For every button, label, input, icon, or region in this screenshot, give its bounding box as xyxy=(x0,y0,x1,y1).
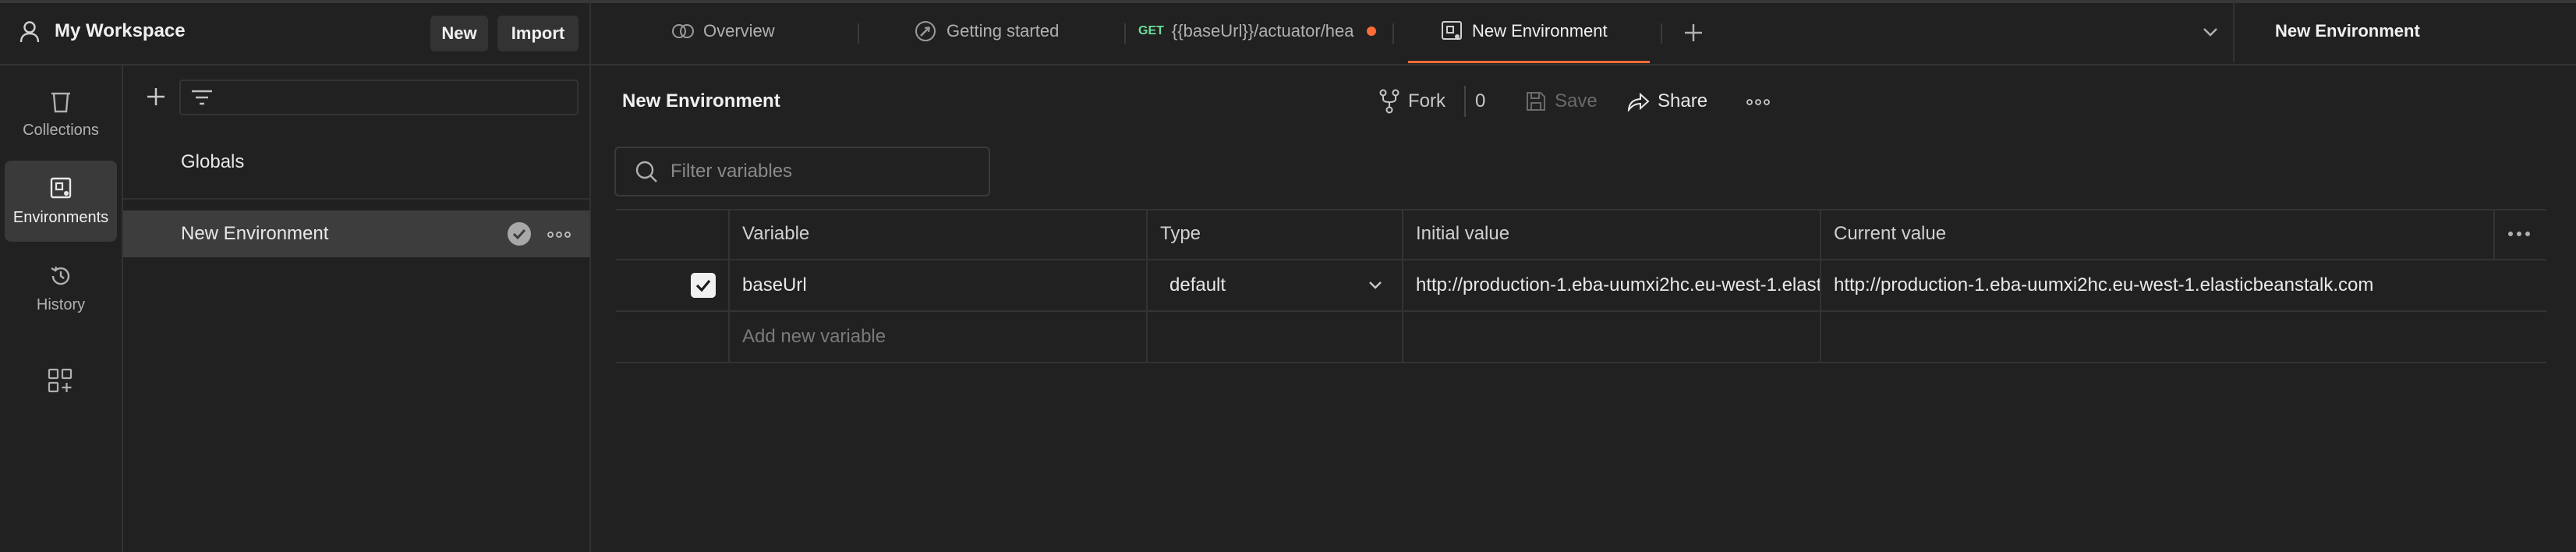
variable-name-cell[interactable]: baseUrl xyxy=(730,260,1146,310)
share-icon xyxy=(1626,91,1650,111)
tab-get-request[interactable]: GET {{baseUrl}}/actuator/hea xyxy=(1138,0,1388,62)
initial-value-cell[interactable]: http://production-1.eba-uumxi2hc.eu-west… xyxy=(1403,260,1820,310)
share-button[interactable]: Share xyxy=(1626,87,1707,115)
tab-overview[interactable]: Overview xyxy=(671,0,865,62)
getting-started-icon xyxy=(914,19,937,43)
tab-divider xyxy=(1124,23,1126,44)
environment-selector[interactable]: New Environment xyxy=(2233,0,2576,62)
chevron-down-icon xyxy=(1368,280,1383,291)
history-icon xyxy=(48,264,73,288)
environment-editor: New Environment Fork 0 Save Share Filter… xyxy=(591,65,2576,552)
tab-divider xyxy=(1392,23,1394,44)
trash-can-collections-icon xyxy=(49,89,73,114)
column-header-initial-value: Initial value xyxy=(1416,223,1510,244)
more-actions-icon[interactable] xyxy=(1746,98,1770,106)
share-label: Share xyxy=(1658,90,1708,111)
save-label: Save xyxy=(1555,90,1598,111)
search-icon xyxy=(635,160,658,183)
overview-icon xyxy=(671,22,695,41)
active-check-icon[interactable] xyxy=(507,221,532,246)
tab-getting-started[interactable]: Getting started xyxy=(914,0,1116,62)
tab-divider xyxy=(858,23,859,44)
environment-icon xyxy=(1441,20,1463,42)
filter-icon xyxy=(190,87,214,108)
rail-item-label: Environments xyxy=(12,208,109,226)
add-tab-icon[interactable] xyxy=(1683,22,1704,44)
add-new-variable-input[interactable]: Add new variable xyxy=(730,312,1146,362)
sidebar-filter-input[interactable] xyxy=(179,80,579,115)
rail-item-collections[interactable]: Collections xyxy=(5,73,117,154)
variable-type-value: default xyxy=(1169,274,1226,295)
rail-item-label: Collections xyxy=(23,121,99,139)
add-apps-icon[interactable] xyxy=(48,368,74,395)
fork-label: Fork xyxy=(1408,90,1445,111)
rail-item-history[interactable]: History xyxy=(5,248,117,329)
rail-item-label: History xyxy=(36,295,86,313)
variables-table: Variable Type Initial value Current valu… xyxy=(616,209,2546,363)
save-button[interactable]: Save xyxy=(1525,87,1598,115)
left-rail: Collections Environments History xyxy=(0,65,123,552)
fork-icon xyxy=(1378,89,1400,114)
save-icon xyxy=(1525,90,1547,112)
workspace-title[interactable]: My Workspace xyxy=(55,20,186,42)
tab-label: Getting started xyxy=(947,21,1060,41)
sidebar-item-new-environment[interactable]: New Environment xyxy=(123,211,589,257)
environments-icon xyxy=(49,176,73,201)
checkmark-icon xyxy=(694,276,713,295)
environment-selector-label: New Environment xyxy=(2275,21,2420,41)
variable-type-select[interactable]: default xyxy=(1148,260,1402,310)
sidebar-item-label: Globals xyxy=(181,151,245,172)
column-header-variable: Variable xyxy=(742,223,810,244)
rail-item-environments[interactable]: Environments xyxy=(5,161,117,242)
sidebar-item-globals[interactable]: Globals xyxy=(123,139,589,186)
column-options-icon[interactable] xyxy=(2507,230,2531,238)
tab-new-environment[interactable]: New Environment xyxy=(1441,0,1651,62)
tab-divider xyxy=(1661,23,1662,44)
sidebar-divider xyxy=(123,198,589,200)
page-title[interactable]: New Environment xyxy=(622,90,780,112)
tab-label: New Environment xyxy=(1472,21,1608,41)
table-border xyxy=(616,362,2546,363)
active-tab-indicator xyxy=(1408,61,1650,63)
import-button[interactable]: Import xyxy=(497,16,579,51)
user-icon xyxy=(19,20,41,44)
environments-sidebar: Globals New Environment xyxy=(123,65,591,552)
variable-enabled-checkbox[interactable] xyxy=(691,273,716,298)
new-button[interactable]: New xyxy=(430,16,488,51)
filter-variables-search[interactable] xyxy=(614,147,990,196)
filter-variables-input[interactable] xyxy=(671,161,982,182)
current-value-cell[interactable]: http://production-1.eba-uumxi2hc.eu-west… xyxy=(1821,260,2493,310)
tabs-chevron-down-icon[interactable] xyxy=(2202,27,2219,37)
sidebar-item-label: New Environment xyxy=(181,223,329,244)
unsaved-dot-icon xyxy=(1366,27,1376,36)
column-header-type: Type xyxy=(1160,223,1201,244)
fork-count: 0 xyxy=(1475,90,1486,111)
method-badge: GET xyxy=(1138,24,1164,37)
create-environment-icon[interactable] xyxy=(145,86,167,108)
fork-divider xyxy=(1464,86,1466,117)
tab-label: Overview xyxy=(703,21,775,41)
fork-button[interactable]: Fork xyxy=(1378,87,1445,115)
column-header-current-value: Current value xyxy=(1834,223,1947,244)
column-divider xyxy=(2493,209,2495,259)
more-options-icon[interactable] xyxy=(547,231,571,239)
workspace-header: My Workspace New Import xyxy=(0,0,591,65)
tab-label: {{baseUrl}}/actuator/hea xyxy=(1171,21,1354,41)
